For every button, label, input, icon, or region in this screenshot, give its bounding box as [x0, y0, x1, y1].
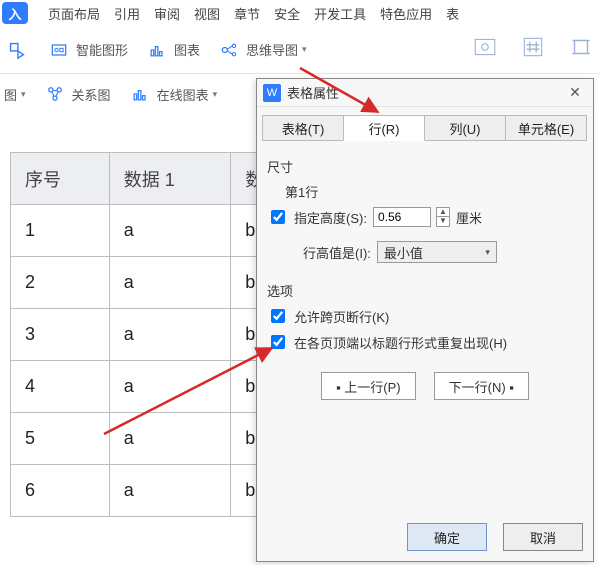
toolbar-label: 在线图表: [157, 85, 209, 104]
tab-cell[interactable]: 单元格(E): [505, 115, 587, 141]
specify-height-checkbox[interactable]: [271, 210, 285, 224]
smart-graphic-icon: [46, 37, 72, 63]
height-spinner[interactable]: ▲▼: [436, 207, 450, 227]
dialog-titlebar: W 表格属性 ✕: [257, 79, 593, 107]
ribbon-tab[interactable]: 视图: [194, 4, 220, 23]
options-group-title: 选项: [267, 281, 583, 300]
row-height-is-label: 行高值是(I):: [303, 243, 371, 262]
allow-break-checkbox[interactable]: [271, 309, 285, 323]
toolbar-item-online-chart[interactable]: 在线图表 ▾: [127, 81, 218, 107]
relation-icon: [42, 81, 68, 107]
toolbar-item-mindmap[interactable]: 思维导图 ▾: [216, 37, 307, 63]
allow-break-label: 允许跨页断行(K): [294, 307, 389, 326]
online-chart-icon: [127, 81, 153, 107]
dialog-title-icon: W: [263, 84, 281, 102]
chart-icon: [144, 37, 170, 63]
size-group-title: 尺寸: [267, 157, 583, 176]
toolbar-label: 图表: [174, 40, 200, 59]
table-header[interactable]: 序号: [11, 153, 110, 205]
toolbar-item[interactable]: [4, 37, 30, 63]
next-row-button[interactable]: 下一行(N) ▪: [434, 372, 529, 400]
cancel-button[interactable]: 取消: [503, 523, 583, 551]
toolbar-label: 关系图: [72, 85, 111, 104]
app-icon[interactable]: 入: [2, 2, 28, 24]
shapes-icon: [4, 37, 30, 63]
tab-column[interactable]: 列(U): [424, 115, 506, 141]
ribbon-tab[interactable]: 页面布局: [48, 4, 100, 23]
ribbon-tabs: 入 页面布局 引用 审阅 视图 章节 安全 开发工具 特色应用 表: [0, 0, 600, 26]
tab-table[interactable]: 表格(T): [262, 115, 344, 141]
mindmap-icon: [216, 37, 242, 63]
ribbon-tab[interactable]: 表: [446, 4, 459, 23]
ok-button[interactable]: 确定: [407, 523, 487, 551]
ribbon-tab[interactable]: 安全: [274, 4, 300, 23]
table-header[interactable]: 数据 1: [109, 153, 231, 205]
prev-row-button[interactable]: ▪ 上一行(P): [321, 372, 416, 400]
row-height-select[interactable]: 最小值 ▾: [377, 241, 497, 263]
toolbar-item-smart-graphic[interactable]: 智能图形: [46, 37, 128, 63]
toolbar-item-chart[interactable]: 图表: [144, 37, 200, 63]
chevron-down-icon: ▾: [21, 89, 26, 100]
hash-icon[interactable]: [520, 34, 546, 60]
height-unit-label: 厘米: [456, 208, 482, 227]
toolbar-item[interactable]: 图 ▾: [4, 85, 26, 104]
dialog-title: 表格属性: [287, 83, 339, 102]
toolbar-placeholder-icons: [472, 34, 594, 60]
chevron-down-icon: ▾: [485, 247, 490, 258]
first-row-label: 第1行: [285, 182, 583, 201]
toolbar-label: 图: [4, 85, 17, 104]
repeat-header-label: 在各页顶端以标题行形式重复出现(H): [294, 333, 507, 352]
select-value: 最小值: [384, 243, 423, 262]
ribbon-tab[interactable]: 开发工具: [314, 4, 366, 23]
height-input[interactable]: [373, 207, 431, 227]
chevron-down-icon: ▾: [302, 44, 307, 55]
toolbar-item-relation[interactable]: 关系图: [42, 81, 111, 107]
close-icon[interactable]: ✕: [563, 83, 587, 103]
ribbon-tab[interactable]: 特色应用: [380, 4, 432, 23]
header-footer-icon[interactable]: [568, 34, 594, 60]
toolbar-label: 智能图形: [76, 40, 128, 59]
dialog-footer: 确定 取消: [407, 523, 583, 551]
tab-row[interactable]: 行(R): [343, 115, 425, 141]
chevron-down-icon: ▾: [213, 89, 218, 100]
ribbon-tab[interactable]: 引用: [114, 4, 140, 23]
specify-height-label: 指定高度(S):: [294, 208, 367, 227]
ribbon-tab[interactable]: 审阅: [154, 4, 180, 23]
toolbar-label: 思维导图: [246, 40, 298, 59]
dialog-tabs: 表格(T) 行(R) 列(U) 单元格(E): [257, 107, 593, 141]
repeat-header-checkbox[interactable]: [271, 335, 285, 349]
placeholder-icon[interactable]: [472, 34, 498, 60]
table-properties-dialog: W 表格属性 ✕ 表格(T) 行(R) 列(U) 单元格(E) 尺寸 第1行 指…: [256, 78, 594, 562]
dialog-body: 尺寸 第1行 指定高度(S): ▲▼ 厘米 行高值是(I): 最小值 ▾ 选项 …: [257, 141, 593, 412]
ribbon-tab[interactable]: 章节: [234, 4, 260, 23]
